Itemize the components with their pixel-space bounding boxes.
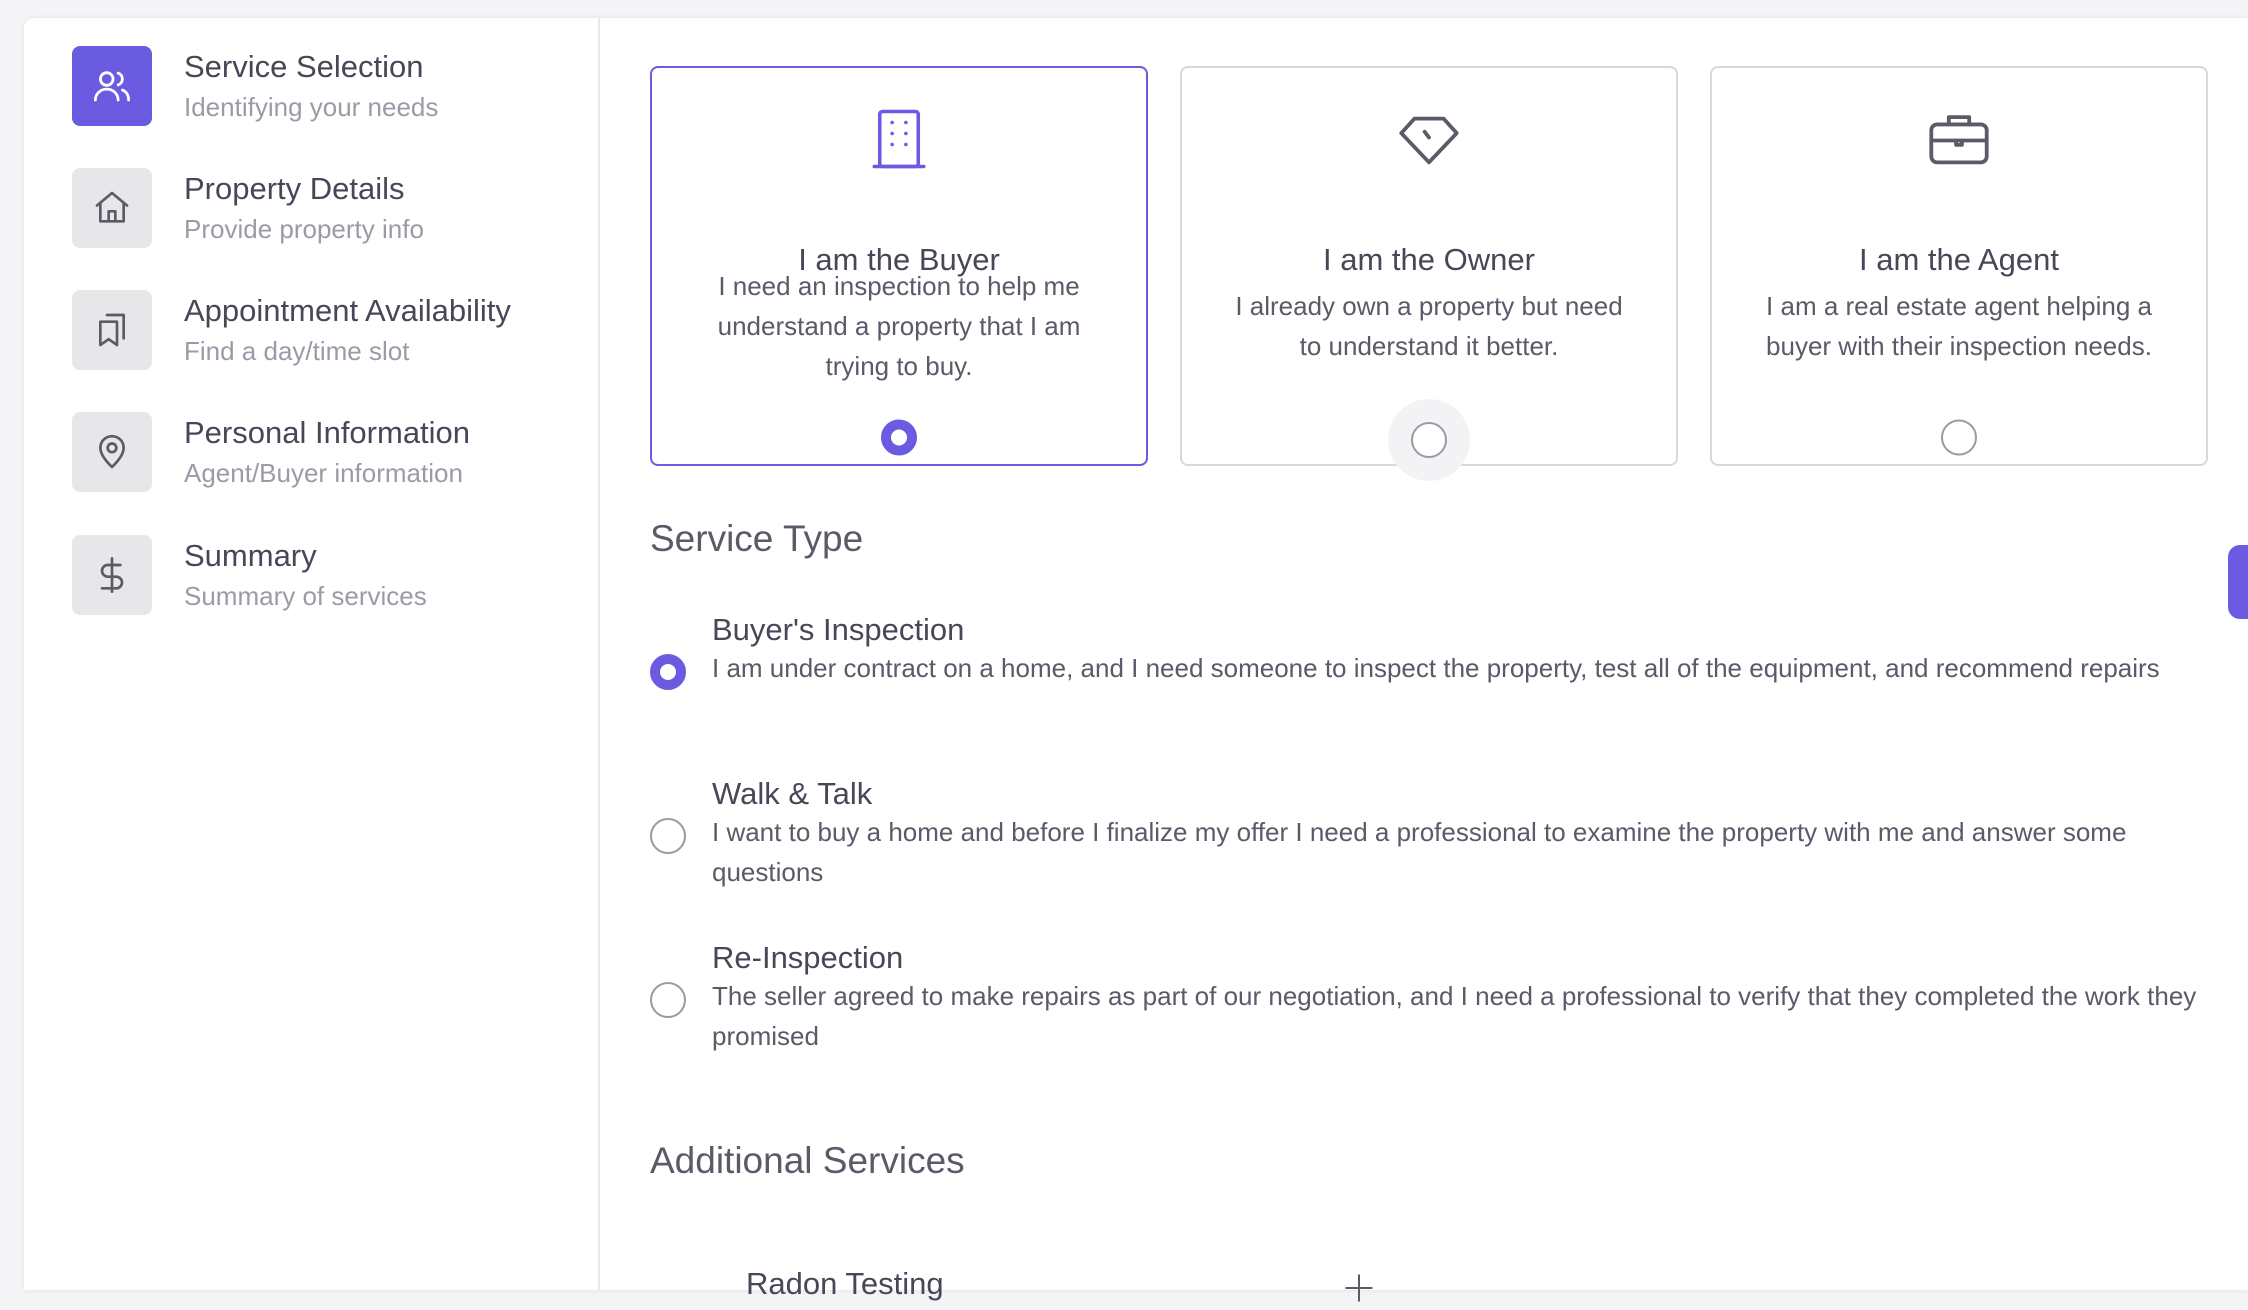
radio-walk-and-talk[interactable] <box>650 818 686 854</box>
radio-re-inspection[interactable] <box>650 982 686 1018</box>
step-subtitle: Identifying your needs <box>184 92 439 122</box>
step-title: Appointment Availability <box>184 293 511 328</box>
radio-buyers-inspection[interactable] <box>650 654 686 690</box>
addon-radon-testing[interactable]: Radon Testing <box>746 1266 944 1302</box>
plus-icon[interactable] <box>1342 1271 1376 1310</box>
step-subtitle: Summary of services <box>184 581 427 611</box>
bookmarks-icon <box>72 290 152 370</box>
main-content: I am the Buyer I need an inspection to h… <box>600 18 2248 1302</box>
option-title: Buyer's Inspection <box>712 612 965 647</box>
dollar-icon <box>72 535 152 615</box>
option-title: Walk & Talk <box>712 776 873 811</box>
role-card-agent[interactable]: I am the Agent I am a real estate agent … <box>1710 66 2208 466</box>
map-pin-icon <box>72 412 152 492</box>
role-title: I am the Agent <box>1859 242 2059 277</box>
step-subtitle: Find a day/time slot <box>184 336 410 366</box>
steps-sidebar: Service Selection Identifying your needs… <box>24 18 600 1290</box>
role-card-owner[interactable]: I am the Owner I already own a property … <box>1180 66 1678 481</box>
option-description: The seller agreed to make repairs as par… <box>712 981 2197 1051</box>
option-description: I want to buy a home and before I finali… <box>712 817 2127 887</box>
role-radio-owner[interactable] <box>1388 399 1470 481</box>
step-summary[interactable]: Summary Summary of services <box>72 535 427 615</box>
role-description: I already own a property but need to und… <box>1235 291 1623 361</box>
step-title: Service Selection <box>184 49 424 84</box>
role-card-buyer[interactable]: I am the Buyer I need an inspection to h… <box>650 66 1148 466</box>
step-personal-information[interactable]: Personal Information Agent/Buyer informa… <box>72 412 470 492</box>
diamond-tag-icon <box>1182 104 1676 174</box>
app-frame: Service Selection Identifying your needs… <box>24 18 2248 1302</box>
role-radio-agent[interactable] <box>1941 419 1977 461</box>
step-title: Personal Information <box>184 415 471 450</box>
role-title: I am the Owner <box>1323 242 1535 277</box>
option-description: I am under contract on a home, and I nee… <box>712 653 2160 683</box>
side-drawer-tab[interactable] <box>2228 545 2248 619</box>
step-subtitle: Agent/Buyer information <box>184 458 463 488</box>
role-description: I need an inspection to help me understa… <box>717 271 1081 381</box>
role-radio-buyer[interactable] <box>881 419 917 461</box>
home-icon <box>72 168 152 248</box>
step-title: Summary <box>184 538 317 573</box>
step-appointment-availability[interactable]: Appointment Availability Find a day/time… <box>72 290 511 370</box>
step-service-selection[interactable]: Service Selection Identifying your needs <box>72 46 438 126</box>
users-icon <box>72 46 152 126</box>
step-subtitle: Provide property info <box>184 214 424 244</box>
briefcase-icon <box>1712 104 2206 174</box>
building-icon <box>652 104 1146 174</box>
step-property-details[interactable]: Property Details Provide property info <box>72 168 424 248</box>
additional-services-heading: Additional Services <box>650 1140 965 1181</box>
service-type-heading: Service Type <box>650 518 864 559</box>
step-title: Property Details <box>184 171 405 206</box>
role-description: I am a real estate agent helping a buyer… <box>1766 291 2152 361</box>
option-title: Re-Inspection <box>712 940 904 975</box>
